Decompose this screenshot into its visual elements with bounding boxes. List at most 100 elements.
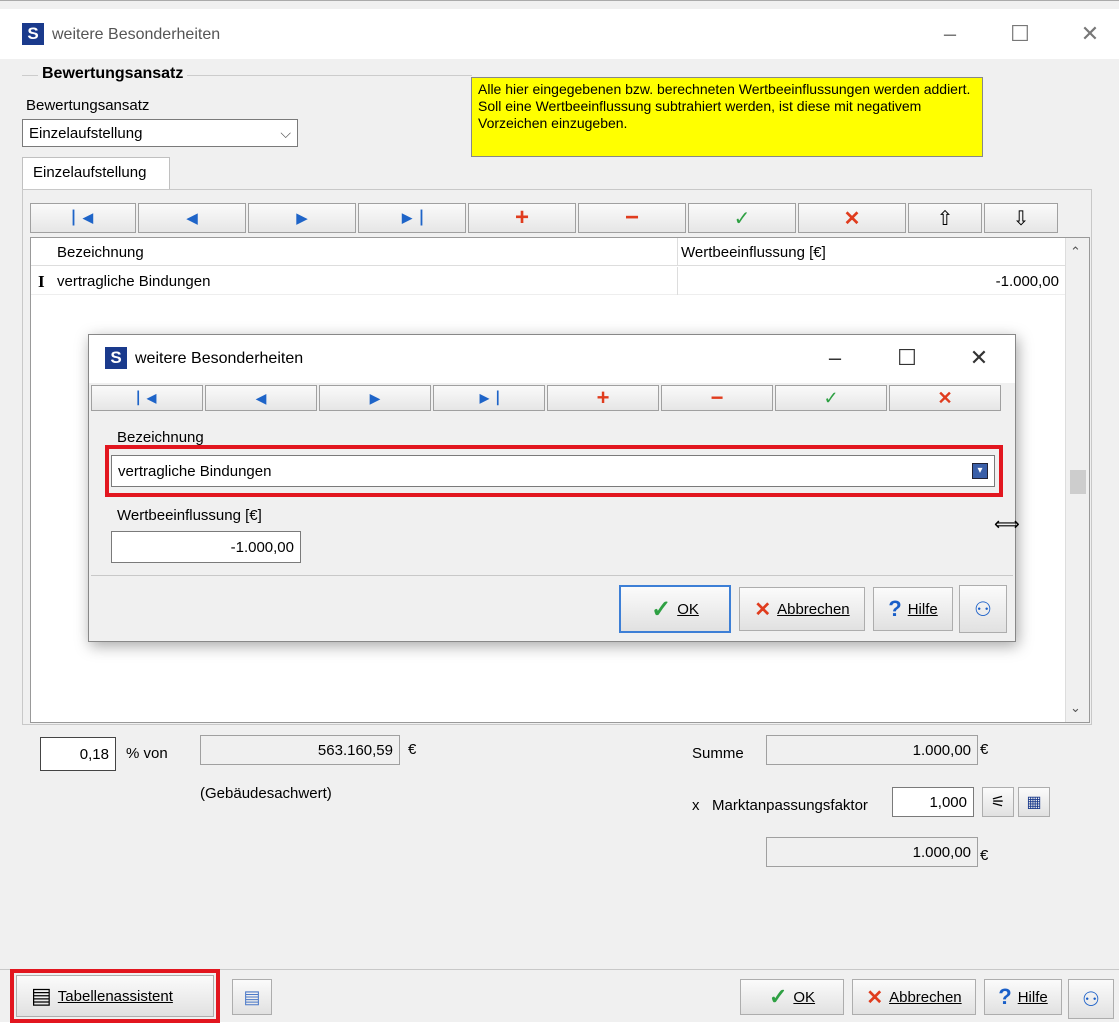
approach-select[interactable]: Einzelaufstellung ⌵: [22, 119, 298, 147]
next-record-button[interactable]: ▶: [248, 203, 356, 233]
check-icon: ✓: [733, 207, 751, 230]
post-record-button[interactable]: ✓: [688, 203, 796, 233]
prev-icon: ◀: [186, 210, 198, 227]
sum-label: Summe: [692, 745, 744, 762]
cell-name[interactable]: vertragliche Bindungen: [57, 273, 210, 290]
cross-icon: ✕: [843, 207, 861, 230]
first-icon: ▏◀: [73, 210, 93, 225]
cross-icon: ✕: [937, 387, 953, 408]
scroll-up-icon[interactable]: ⌃: [1070, 244, 1081, 260]
magic-wand-icon: ⚟: [990, 794, 1006, 811]
notice-box: Alle hier eingegebenen bzw. berechneten …: [471, 77, 983, 157]
dialog-title-bar: S weitere Besonderheiten – ☐ ✕: [89, 335, 1015, 383]
window-title: weitere Besonderheiten: [52, 26, 221, 43]
cancel-record-button[interactable]: ✕: [798, 203, 906, 233]
help-button[interactable]: ? Hilfe: [984, 979, 1062, 1015]
magic-wand-button[interactable]: ⚟: [982, 787, 1014, 817]
dialog-cancel-edit-button[interactable]: ✕: [889, 385, 1001, 411]
dialog-help-label: Hilfe: [907, 600, 938, 618]
check-icon: ✓: [651, 595, 672, 623]
minus-icon: −: [624, 204, 639, 231]
last-record-button[interactable]: ▶▕: [358, 203, 466, 233]
scroll-thumb[interactable]: [1070, 470, 1086, 494]
factor-prefix: x: [692, 797, 700, 814]
close-icon[interactable]: ✕: [1070, 19, 1110, 49]
arrow-down-icon: ⇩: [1012, 207, 1030, 230]
add-record-button[interactable]: +: [468, 203, 576, 233]
highlight-table-wizard: [10, 969, 220, 1023]
cancel-button[interactable]: ✕ Abbrechen: [852, 979, 976, 1015]
dialog-value-label: Wertbeeinflussung [€]: [117, 507, 262, 524]
dialog-app-icon: S: [105, 347, 127, 369]
vertical-scrollbar[interactable]: ⌃ ⌄: [1065, 238, 1089, 722]
approach-select-value: Einzelaufstellung: [29, 124, 143, 142]
result-field: 1.000,00: [766, 837, 978, 867]
resize-cursor-icon: ⟺: [994, 514, 1020, 534]
next-icon: ▶: [296, 210, 308, 227]
title-bar: S weitere Besonderheiten – ☐ ✕: [0, 9, 1119, 59]
maximize-icon[interactable]: ☐: [1000, 19, 1040, 49]
chat-users-icon: ⚇: [1082, 988, 1100, 1011]
edit-dialog: S weitere Besonderheiten – ☐ ✕ ▏◀ ◀ ▶ ▶▕…: [88, 334, 1016, 642]
chevron-down-icon: ⌵: [280, 125, 291, 141]
dialog-cancel-button[interactable]: ✕ Abbrechen: [739, 587, 865, 631]
dialog-title: weitere Besonderheiten: [135, 350, 304, 367]
approach-label: Bewertungsansatz: [26, 97, 150, 114]
base-value-field: 563.160,59: [200, 735, 400, 765]
check-icon: ✓: [823, 387, 839, 408]
cross-icon: ✕: [866, 986, 884, 1009]
dialog-footer-divider: [91, 575, 1013, 576]
help-label: Hilfe: [1017, 988, 1048, 1006]
row-indicator: I: [38, 272, 45, 291]
table-row[interactable]: I vertragliche Bindungen -1.000,00: [31, 267, 1065, 295]
plus-icon: +: [596, 385, 610, 410]
percent-input[interactable]: 0,18: [40, 737, 116, 771]
ok-button[interactable]: ✓ OK: [740, 979, 844, 1015]
sum-euro-label: €: [980, 741, 989, 758]
dialog-close-icon[interactable]: ✕: [959, 343, 999, 373]
dialog-minimize-icon[interactable]: –: [815, 343, 855, 373]
dialog-add-button[interactable]: +: [547, 385, 659, 411]
dialog-delete-button[interactable]: −: [661, 385, 773, 411]
percent-of-label: % von: [126, 745, 168, 762]
minimize-icon[interactable]: –: [930, 19, 970, 49]
dialog-last-button[interactable]: ▶▕: [433, 385, 545, 411]
scroll-down-icon[interactable]: ⌄: [1070, 700, 1081, 716]
dialog-first-button[interactable]: ▏◀: [91, 385, 203, 411]
notes-button[interactable]: ▤: [232, 979, 272, 1015]
dialog-post-button[interactable]: ✓: [775, 385, 887, 411]
result-euro-label: €: [980, 847, 989, 864]
dialog-name-label: Bezeichnung: [117, 429, 204, 446]
arrow-up-icon: ⇧: [936, 207, 954, 230]
dialog-next-button[interactable]: ▶: [319, 385, 431, 411]
highlight-name-input: [105, 445, 1003, 497]
prev-record-button[interactable]: ◀: [138, 203, 246, 233]
first-record-button[interactable]: ▏◀: [30, 203, 136, 233]
tab-einzelaufstellung[interactable]: Einzelaufstellung: [22, 157, 170, 189]
column-header-value[interactable]: Wertbeeinflussung [€]: [681, 244, 826, 261]
dialog-ok-button[interactable]: ✓ OK: [619, 585, 731, 633]
dialog-ok-label: OK: [677, 600, 699, 618]
cell-value[interactable]: -1.000,00: [996, 273, 1059, 290]
base-caption: (Gebäudesachwert): [200, 785, 332, 802]
factor-input[interactable]: 1,000: [892, 787, 974, 817]
move-down-button[interactable]: ⇩: [984, 203, 1058, 233]
dialog-value-input[interactable]: -1.000,00: [111, 531, 301, 563]
factor-label: Marktanpassungsfaktor: [712, 797, 868, 814]
calculator-icon: ▦: [1026, 794, 1042, 811]
first-icon: ▏◀: [137, 391, 157, 405]
dialog-help-button[interactable]: ? Hilfe: [873, 587, 953, 631]
next-icon: ▶: [369, 389, 381, 406]
dialog-maximize-icon[interactable]: ☐: [887, 343, 927, 373]
plus-icon: +: [514, 204, 529, 231]
dialog-support-button[interactable]: ⚇: [959, 585, 1007, 633]
column-header-name[interactable]: Bezeichnung: [57, 244, 144, 261]
section-title: Bewertungsansatz: [38, 65, 188, 83]
dialog-prev-button[interactable]: ◀: [205, 385, 317, 411]
dialog-cancel-label: Abbrechen: [777, 600, 850, 618]
cross-icon: ✕: [754, 598, 772, 621]
calculator-button[interactable]: ▦: [1018, 787, 1050, 817]
delete-record-button[interactable]: −: [578, 203, 686, 233]
support-button[interactable]: ⚇: [1068, 979, 1114, 1019]
move-up-button[interactable]: ⇧: [908, 203, 982, 233]
